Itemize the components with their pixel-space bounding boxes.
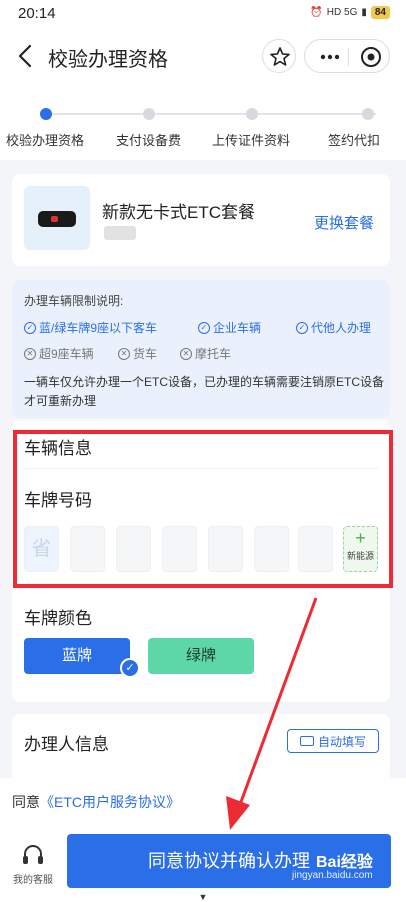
notice-title: 办理车辆限制说明: [24,294,124,308]
customer-service-label: 我的客服 [13,875,53,886]
signal-icon: ▮ [361,7,367,18]
service-agreement-link[interactable]: 《ETC用户服务协议》 [40,794,180,810]
disallowed-tag: ✕ 摩托车 [180,345,231,362]
step-dot-3 [246,108,258,120]
step-dot-1 [40,108,52,120]
id-card-icon [299,736,314,746]
steps-line [46,113,376,115]
favorite-button[interactable] [262,39,296,73]
agreement-text: 同意《ETC用户服务协议》 [12,794,180,810]
blue-plate-option[interactable]: 蓝牌 [24,638,130,674]
etc-device-icon [38,211,76,227]
cross-circle-icon: ✕ [180,347,192,360]
package-subtext-blurred [104,226,136,240]
allowed-tag: ✓ 代他人办理 [296,319,371,336]
headset-icon [23,845,43,864]
allowed-tag: ✓ 企业车辆 [198,319,261,336]
step-label-4: 签约代扣 [328,133,381,148]
change-package-link[interactable]: 更换套餐 [314,212,374,233]
allowed-tag: ✓ 蓝/绿车牌9座以下客车 [24,319,157,336]
close-mini-program-icon[interactable] [357,40,387,74]
step-dot-4 [362,108,374,120]
cross-circle-icon: ✕ [24,347,36,360]
star-icon [270,47,290,66]
step-label-1: 校验办理资格 [6,133,85,148]
watermark-url: jingyan.baidu.com [292,870,373,881]
alarm-icon: ⏰ [310,7,323,18]
plate-color-label: 车牌颜色 [24,609,92,628]
more-icon[interactable] [315,40,345,74]
check-circle-icon: ✓ [296,321,308,334]
scroll-handle-icon[interactable]: ▼ [194,892,212,902]
progress-steps: 校验办理资格 支付设备费 上传证件资料 签约代扣 [0,86,406,160]
customer-service-button[interactable]: 我的客服 [8,842,58,886]
auto-fill-button[interactable]: 自动填写 [287,729,379,753]
status-time: 20:14 [18,5,56,22]
step-label-2: 支付设备费 [116,133,182,148]
status-icons: ⏰ HD 5G ▮ 84 [310,6,390,19]
notice-text: 一辆车仅允许办理一个ETC设备，已办理的车辆需要注销原ETC设备才可重新办理 [24,375,385,408]
nav-bar: 校验办理资格 [0,28,406,86]
disallowed-tag: ✕ 货车 [118,345,157,362]
handler-section-title: 办理人信息 [24,735,109,754]
capsule-divider [348,48,349,66]
annotation-red-box [13,430,393,588]
check-circle-icon: ✓ [24,321,36,334]
cross-circle-icon: ✕ [118,347,130,360]
battery-level: 84 [370,6,390,19]
etc-device-image [24,186,90,250]
check-circle-icon: ✓ [198,321,210,334]
page-title: 校验办理资格 [48,49,168,71]
step-label-3: 上传证件资料 [212,133,291,148]
disallowed-tag: ✕ 超9座车辆 [24,345,94,362]
status-bar: 20:14 ⏰ HD 5G ▮ 84 [0,0,406,28]
back-icon[interactable] [14,40,38,72]
network-indicator: HD 5G [326,7,358,18]
step-dot-2 [143,108,155,120]
mini-program-capsule [304,39,390,73]
selected-check-icon: ✓ [120,658,140,678]
watermark-brand: Bai经验 [316,854,373,871]
green-plate-option[interactable]: 绿牌 [148,638,254,674]
package-name: 新款无卡式ETC套餐 [102,203,255,222]
